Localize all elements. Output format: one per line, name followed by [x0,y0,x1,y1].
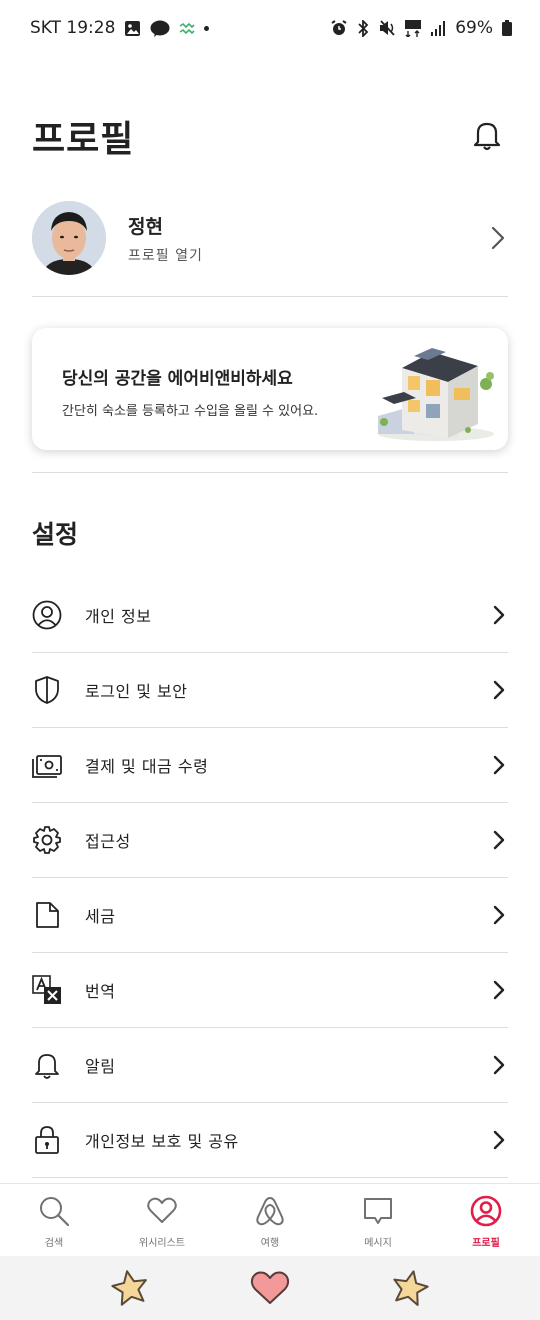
battery-icon [502,20,512,36]
settings-item-label: 접근성 [85,832,131,851]
chevron-right-icon [492,754,506,776]
divider [32,472,508,473]
payments-icon [32,750,62,780]
settings-item-label: 번역 [85,982,116,1001]
heart-icon [146,1195,178,1227]
settings-list: 개인 정보 로그인 및 보안 결제 및 대금 수령 접근성 세금 번역 알림 개… [32,578,508,1178]
settings-item-label: 개인정보 보호 및 공유 [85,1132,239,1151]
page-title: 프로필 [32,119,135,160]
house-illustration-icon [374,338,498,442]
airbnb-logo-icon [254,1195,286,1227]
message-icon [362,1195,394,1227]
user-circle-icon [32,600,62,630]
notifications-bell-icon[interactable] [470,118,504,152]
bell-icon [32,1050,62,1080]
recent-apps-star-icon[interactable] [108,1266,152,1310]
settings-item-label: 세금 [85,907,116,926]
tab-label: 위시리스트 [139,1238,185,1249]
chevron-right-icon [492,679,506,701]
profile-text: 정현 프로필 열기 [128,212,488,265]
profile-open-link[interactable]: 프로필 열기 [128,245,488,265]
settings-item-label: 결제 및 대금 수령 [85,757,209,776]
tab-profile[interactable]: 프로필 [432,1184,540,1256]
gallery-icon [124,20,141,37]
status-right: 69% [331,18,512,38]
settings-section-title: 설정 [32,520,79,549]
chevron-right-icon [492,829,506,851]
chevron-right-icon [492,1054,506,1076]
settings-item-label: 로그인 및 보안 [85,682,188,701]
chevron-right-icon [492,604,506,626]
alarm-icon [331,20,347,36]
settings-item-translation[interactable]: 번역 [32,953,508,1028]
signal-icon [430,20,446,36]
profile-icon [470,1195,502,1227]
app-notification-icon [179,21,195,35]
settings-item-label: 개인 정보 [85,607,152,626]
chevron-right-icon [492,979,506,1001]
more-notifications-dot [204,25,210,31]
bluetooth-icon [356,19,370,37]
translate-icon [32,975,62,1005]
bottom-nav: 검색 위시리스트 여행 메시지 프로필 [0,1183,540,1256]
tab-search[interactable]: 검색 [0,1184,108,1256]
tab-label: 여행 [260,1238,280,1249]
chevron-right-icon [492,904,506,926]
tab-wishlist[interactable]: 위시리스트 [108,1184,216,1256]
chevron-right-icon [492,1129,506,1151]
avatar [32,201,106,275]
tab-label: 검색 [44,1238,64,1249]
settings-item-taxes[interactable]: 세금 [32,878,508,953]
status-left: SKT 19:28 [30,18,210,38]
search-icon [38,1195,70,1227]
chevron-right-icon[interactable] [488,225,508,251]
profile-name: 정현 [128,215,163,238]
back-star-icon[interactable] [388,1266,432,1310]
settings-item-label: 알림 [85,1057,116,1076]
profile-row[interactable]: 정현 프로필 열기 [32,200,508,276]
system-nav-bar [0,1256,540,1320]
tab-messages[interactable]: 메시지 [324,1184,432,1256]
talk-icon [150,20,170,37]
mute-icon [379,20,396,36]
settings-item-payments[interactable]: 결제 및 대금 수령 [32,728,508,803]
5g-icon [405,19,422,37]
settings-item-login-security[interactable]: 로그인 및 보안 [32,653,508,728]
host-promo-card[interactable]: 당신의 공간을 에어비앤비하세요 간단히 숙소를 등록하고 수입을 올릴 수 있… [32,328,508,450]
host-card-subtitle: 간단히 숙소를 등록하고 수입을 올릴 수 있어요. [62,404,319,419]
settings-item-accessibility[interactable]: 접근성 [32,803,508,878]
host-card-title: 당신의 공간을 에어비앤비하세요 [62,369,293,389]
settings-item-privacy-sharing[interactable]: 개인정보 보호 및 공유 [32,1103,508,1178]
tab-label: 메시지 [364,1238,392,1249]
carrier-time: SKT 19:28 [30,18,116,38]
settings-item-personal-info[interactable]: 개인 정보 [32,578,508,653]
divider [32,296,508,297]
lock-icon [32,1125,62,1155]
status-bar: SKT 19:28 69% [0,0,540,56]
document-icon [32,900,62,930]
tab-label: 프로필 [472,1238,500,1249]
tab-trips[interactable]: 여행 [216,1184,324,1256]
shield-icon [32,675,62,705]
gear-icon [32,825,62,855]
battery-percent: 69% [455,18,493,38]
settings-item-notifications[interactable]: 알림 [32,1028,508,1103]
home-heart-icon[interactable] [248,1266,292,1310]
